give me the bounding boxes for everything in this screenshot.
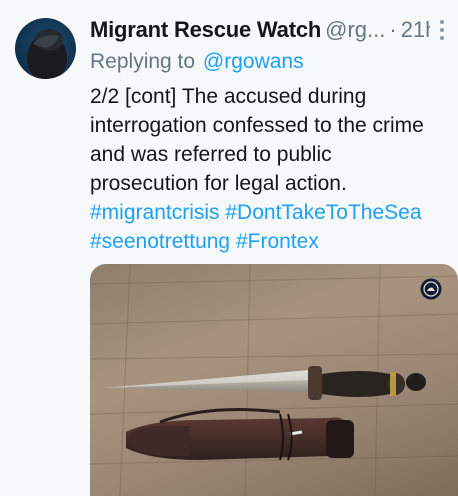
more-options-icon[interactable] bbox=[433, 16, 451, 44]
separator-dot: · bbox=[389, 17, 397, 42]
avatar-image bbox=[27, 29, 67, 79]
tweet[interactable]: Migrant Rescue Watch@rg...·21h Replying … bbox=[0, 0, 458, 496]
tweet-text-line: prosecution for legal action. bbox=[90, 172, 347, 195]
tweet-text: 2/2 [cont] The accused during interrogat… bbox=[90, 82, 452, 256]
hashtag-seenotrettung[interactable]: #seenotrettung bbox=[90, 230, 230, 253]
tweet-text-line: interrogation confessed to the crime bbox=[90, 114, 424, 137]
tweet-header: Migrant Rescue Watch@rg...·21h bbox=[90, 14, 430, 46]
avatar[interactable] bbox=[15, 18, 76, 79]
dagger-photo bbox=[90, 264, 458, 496]
tweet-media-image[interactable] bbox=[90, 264, 458, 496]
tweet-text-line: 2/2 [cont] The accused during bbox=[90, 85, 367, 108]
display-name[interactable]: Migrant Rescue Watch bbox=[90, 17, 321, 42]
user-handle[interactable]: @rg... bbox=[325, 17, 385, 42]
timestamp[interactable]: 21h bbox=[401, 17, 430, 42]
police-emblem-icon bbox=[420, 278, 442, 300]
tweet-text-line: and was referred to public bbox=[90, 143, 332, 166]
hashtag-line: #seenotrettung #Frontex bbox=[90, 227, 452, 256]
hashtag-frontex[interactable]: #Frontex bbox=[236, 230, 319, 253]
replying-to: Replying to @rgowans bbox=[90, 46, 304, 78]
replying-to-label: Replying to bbox=[90, 50, 196, 73]
reply-target-link[interactable]: @rgowans bbox=[203, 50, 304, 73]
hashtag-migrantcrisis[interactable]: #migrantcrisis bbox=[90, 201, 220, 224]
hashtag-donttaketothesea[interactable]: #DontTakeToTheSea bbox=[225, 201, 421, 224]
hashtag-line: #migrantcrisis #DontTakeToTheSea bbox=[90, 198, 452, 227]
